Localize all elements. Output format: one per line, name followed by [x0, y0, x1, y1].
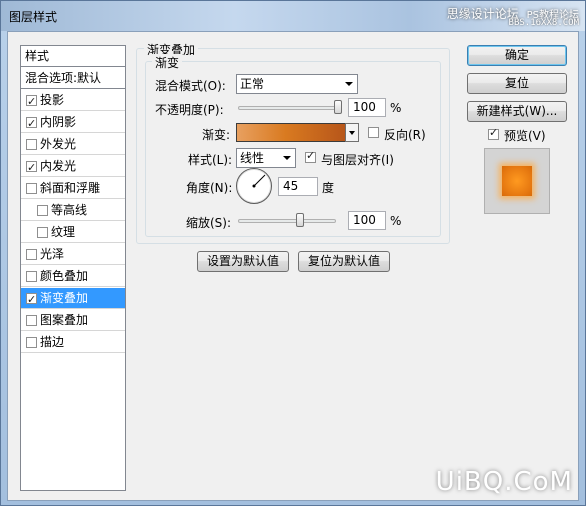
preview-label: 预览(V) — [504, 129, 546, 143]
scale-input[interactable]: 100 — [348, 211, 386, 230]
checkbox-icon[interactable] — [37, 227, 48, 238]
title-bar[interactable]: 图层样式 思缘设计论坛 PS教程论坛 BBS.16XX8.COM — [1, 1, 585, 31]
checkbox-icon[interactable] — [26, 92, 37, 112]
gradient-label: 渐变: — [202, 128, 231, 142]
angle-label: 角度(N): — [186, 181, 233, 195]
preview-swatch — [502, 166, 532, 196]
checkbox-icon[interactable] — [37, 205, 48, 216]
gradient-overlay-group: 渐变叠加 渐变 混合模式(O): 正常 不透明度(P): 100 % 渐变: 反… — [136, 41, 450, 244]
checkbox-icon[interactable] — [26, 290, 37, 310]
angle-unit: 度 — [322, 181, 335, 195]
style-item-texture[interactable]: 纹理 — [21, 222, 125, 243]
blend-mode-select[interactable]: 正常 — [236, 74, 358, 94]
checkbox-icon[interactable] — [26, 271, 37, 282]
style-item-pattern-overlay[interactable]: 图案叠加 — [21, 310, 125, 331]
checkbox-icon[interactable] — [26, 337, 37, 348]
dialog-body: 样式 混合选项:默认 投影 内阴影 外发光 内发光 斜面和浮雕 等高线 纹理 光… — [7, 31, 579, 501]
chevron-down-icon — [345, 82, 353, 86]
checkbox-icon[interactable] — [26, 315, 37, 326]
style-item-contour[interactable]: 等高线 — [21, 200, 125, 221]
opacity-slider-thumb[interactable] — [334, 100, 342, 114]
new-style-button[interactable]: 新建样式(W)... — [467, 101, 567, 122]
angle-dial[interactable] — [236, 168, 272, 204]
chevron-down-icon — [349, 131, 355, 135]
align-with-layer-label: 与图层对齐(I) — [321, 153, 394, 167]
layer-style-dialog: 图层样式 思缘设计论坛 PS教程论坛 BBS.16XX8.COM 样式 混合选项… — [0, 0, 586, 506]
blend-mode-label: 混合模式(O): — [155, 79, 226, 93]
opacity-slider[interactable] — [238, 106, 342, 110]
style-preview — [484, 148, 550, 214]
style-label: 样式(L): — [188, 153, 233, 167]
window-title: 图层样式 — [9, 10, 58, 24]
ok-button[interactable]: 确定 — [467, 45, 567, 66]
gradient-style-select[interactable]: 线性 — [236, 148, 296, 168]
angle-needle-icon — [252, 174, 266, 188]
style-item-stroke[interactable]: 描边 — [21, 332, 125, 353]
scale-slider-thumb[interactable] — [296, 213, 304, 227]
gradient-dropdown-button[interactable] — [345, 123, 359, 142]
reset-to-default-button[interactable]: 复位为默认值 — [298, 251, 390, 272]
preview-checkbox[interactable] — [488, 126, 499, 140]
style-item-inner-glow[interactable]: 内发光 — [21, 156, 125, 178]
opacity-label: 不透明度(P): — [155, 103, 224, 117]
style-item-bevel-emboss[interactable]: 斜面和浮雕 — [21, 178, 125, 199]
reset-button[interactable]: 复位 — [467, 73, 567, 94]
styles-list: 样式 混合选项:默认 投影 内阴影 外发光 内发光 斜面和浮雕 等高线 纹理 光… — [20, 45, 126, 491]
bottom-watermark: UiBQ.CoM — [435, 467, 573, 497]
align-with-layer-checkbox[interactable] — [305, 149, 316, 163]
checkbox-icon[interactable] — [26, 114, 37, 134]
scale-unit: % — [390, 214, 402, 228]
reverse-checkbox[interactable] — [368, 127, 379, 138]
chevron-down-icon — [283, 156, 291, 160]
checkbox-icon[interactable] — [26, 249, 37, 260]
scale-slider[interactable] — [238, 219, 336, 223]
style-item-outer-glow[interactable]: 外发光 — [21, 134, 125, 155]
reverse-label: 反向(R) — [384, 128, 426, 142]
styles-header[interactable]: 样式 — [21, 46, 125, 67]
blending-options-item[interactable]: 混合选项:默认 — [21, 68, 125, 89]
opacity-input[interactable]: 100 — [348, 98, 386, 117]
style-item-drop-shadow[interactable]: 投影 — [21, 90, 125, 112]
style-item-gradient-overlay[interactable]: 渐变叠加 — [21, 288, 125, 310]
checkbox-icon[interactable] — [26, 158, 37, 178]
subgroup-title: 渐变 — [152, 54, 183, 71]
angle-input[interactable]: 45 — [278, 177, 318, 196]
style-item-inner-shadow[interactable]: 内阴影 — [21, 112, 125, 134]
gradient-overlay-panel: 渐变叠加 渐变 混合模式(O): 正常 不透明度(P): 100 % 渐变: 反… — [136, 41, 450, 488]
style-item-color-overlay[interactable]: 颜色叠加 — [21, 266, 125, 287]
checkbox-icon[interactable] — [26, 139, 37, 150]
opacity-unit: % — [390, 101, 402, 115]
checkbox-icon[interactable] — [26, 183, 37, 194]
scale-label: 缩放(S): — [186, 216, 232, 230]
style-item-satin[interactable]: 光泽 — [21, 244, 125, 265]
gradient-subgroup: 渐变 混合模式(O): 正常 不透明度(P): 100 % 渐变: 反向(R) … — [145, 54, 441, 237]
watermark-url: BBS.16XX8.COM — [508, 18, 579, 28]
make-default-button[interactable]: 设置为默认值 — [197, 251, 289, 272]
gradient-preview-swatch[interactable] — [236, 123, 346, 142]
